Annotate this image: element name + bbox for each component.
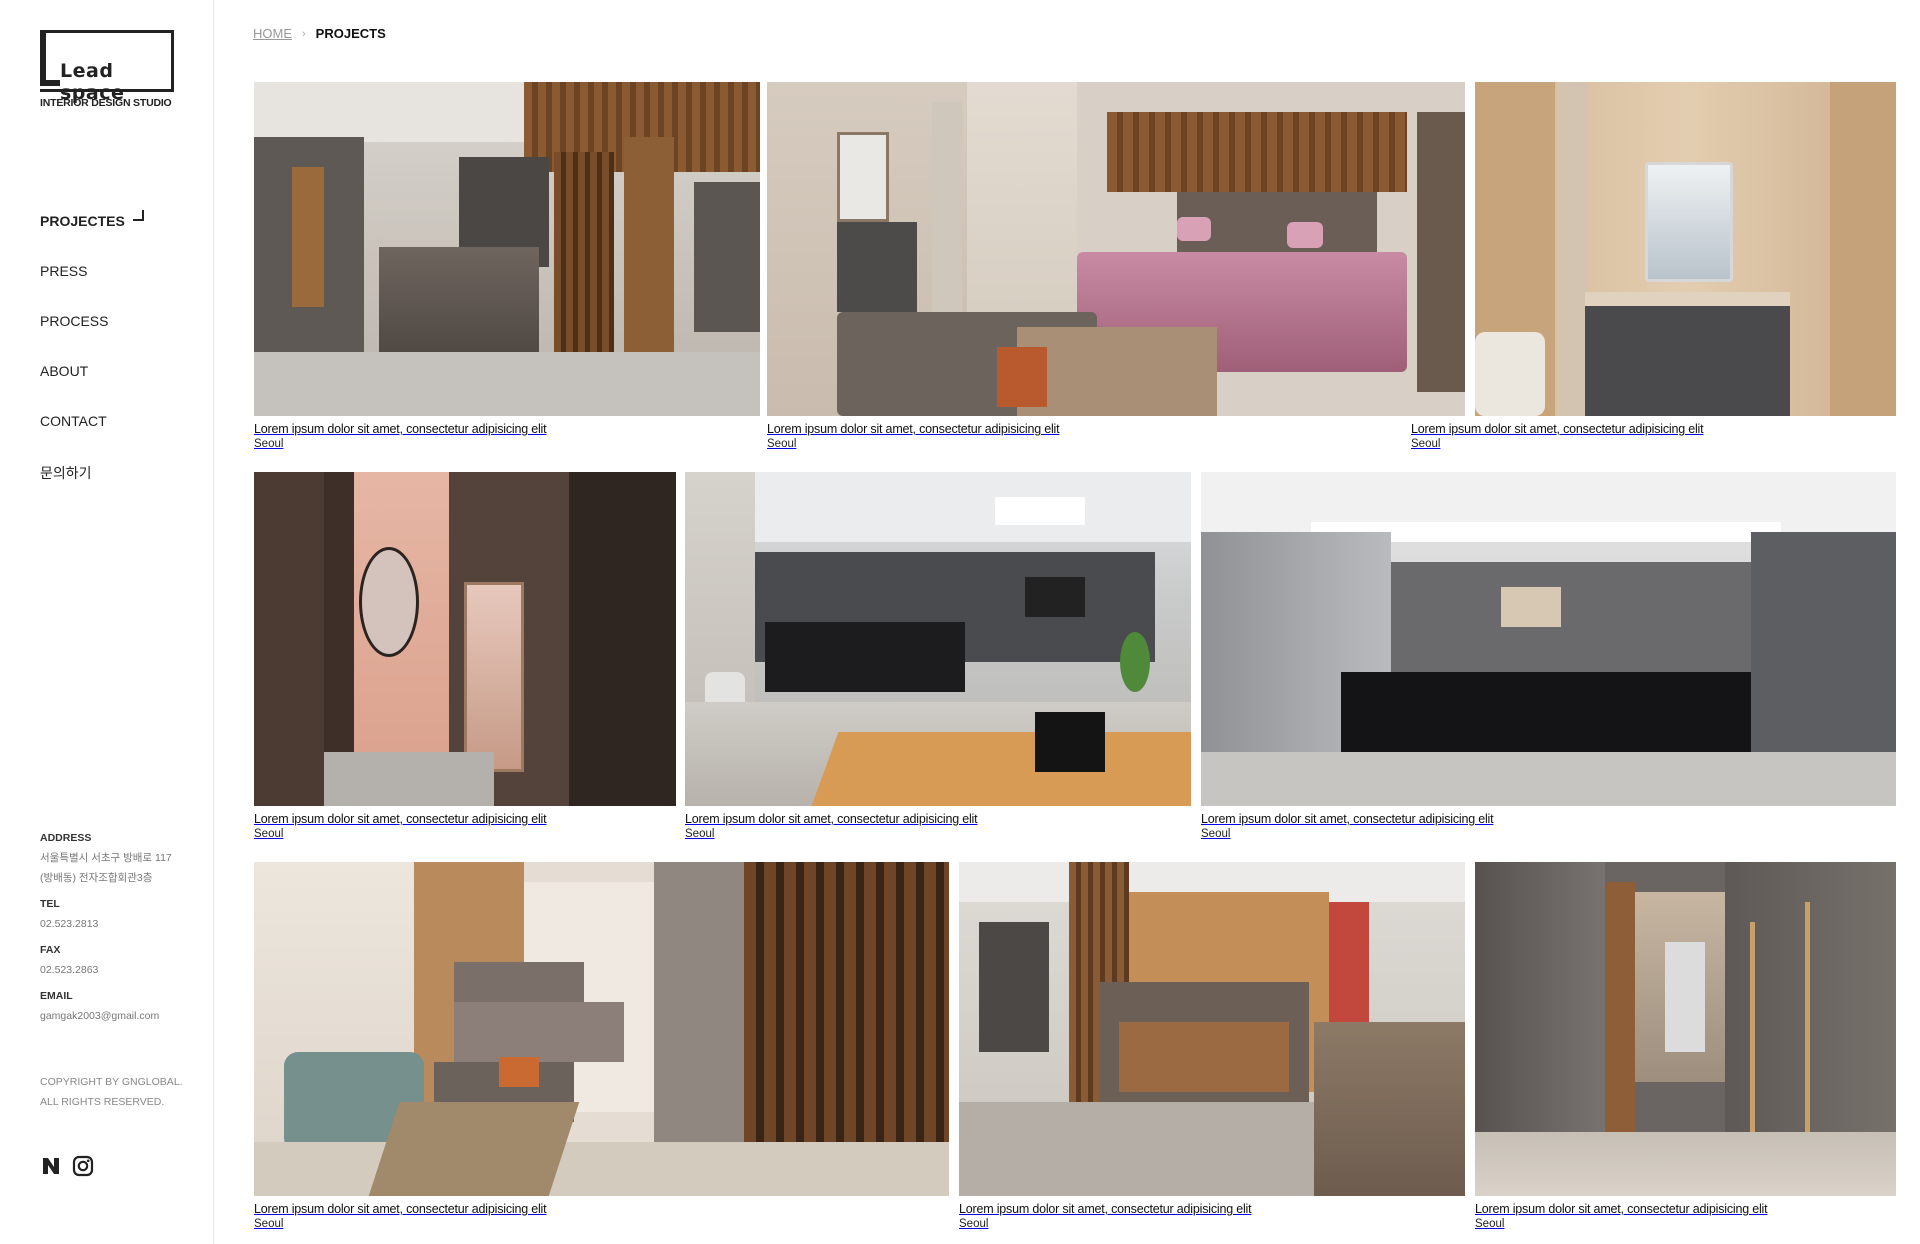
nav-link-contact[interactable]: CONTACT	[40, 413, 107, 429]
project-photo	[767, 82, 1465, 416]
project-location: Seoul	[959, 1218, 989, 1230]
project-title: Lorem ipsum dolor sit amet, consectetur …	[1475, 1202, 1768, 1216]
breadcrumb-current: PROJECTS	[315, 26, 386, 41]
project-location: Seoul	[767, 438, 797, 450]
logo-mark: Lead space	[40, 30, 174, 104]
tel-label: TEL	[40, 898, 60, 910]
address-line-2: (방배동) 전자조합회관3층	[40, 872, 153, 884]
project-title: Lorem ipsum dolor sit amet, consectetur …	[1411, 422, 1704, 436]
nav-link-projects[interactable]: PROJECTES	[40, 213, 125, 229]
project-card[interactable]: Lorem ipsum dolor sit amet, consectetur …	[254, 82, 760, 450]
project-location: Seoul	[254, 828, 284, 840]
project-photo	[254, 82, 760, 416]
project-title: Lorem ipsum dolor sit amet, consectetur …	[254, 422, 547, 436]
project-card[interactable]: Lorem ipsum dolor sit amet, consectetur …	[1411, 82, 1896, 450]
project-row: Lorem ipsum dolor sit amet, consectetur …	[254, 82, 1896, 472]
corner-arrow-icon	[132, 210, 144, 221]
breadcrumb-home[interactable]: HOME	[253, 26, 292, 41]
nav-item-contact[interactable]: CONTACT	[40, 413, 144, 463]
copyright-line-2: ALL RIGHTS RESERVED.	[40, 1096, 165, 1108]
email-value[interactable]: gamgak2003@gmail.com	[40, 1006, 172, 1026]
project-grid: Lorem ipsum dolor sit amet, consectetur …	[254, 82, 1896, 1244]
email-label: EMAIL	[40, 990, 73, 1002]
naver-blog-icon[interactable]	[40, 1155, 62, 1177]
project-photo	[254, 472, 676, 806]
address-line-1: 서울특별시 서초구 방배로 117	[40, 852, 172, 864]
project-card[interactable]: Lorem ipsum dolor sit amet, consectetur …	[1201, 472, 1896, 840]
project-location: Seoul	[1411, 438, 1441, 450]
project-photo	[254, 862, 949, 1196]
sidebar: Lead space INTERIOR DESIGN STUDIO PROJEC…	[0, 0, 214, 1244]
nav-item-inquiry[interactable]: 문의하기	[40, 463, 144, 513]
project-location: Seoul	[254, 438, 284, 450]
nav-item-about[interactable]: ABOUT	[40, 363, 144, 413]
nav-link-process[interactable]: PROCESS	[40, 313, 108, 329]
project-location: Seoul	[1201, 828, 1231, 840]
fax-label: FAX	[40, 944, 61, 956]
nav-item-press[interactable]: PRESS	[40, 263, 144, 313]
nav-item-process[interactable]: PROCESS	[40, 313, 144, 363]
project-photo	[1475, 82, 1896, 416]
project-title: Lorem ipsum dolor sit amet, consectetur …	[959, 1202, 1252, 1216]
project-location: Seoul	[685, 828, 715, 840]
project-card[interactable]: Lorem ipsum dolor sit amet, consectetur …	[685, 472, 1191, 840]
project-location: Seoul	[254, 1218, 284, 1230]
main-nav: PROJECTES PRESS PROCESS ABOUT CONTACT 문의…	[40, 210, 144, 513]
address-label: ADDRESS	[40, 832, 92, 844]
project-card[interactable]: Lorem ipsum dolor sit amet, consectetur …	[254, 862, 949, 1230]
project-row: Lorem ipsum dolor sit amet, consectetur …	[254, 862, 1896, 1244]
project-photo	[959, 862, 1465, 1196]
project-title: Lorem ipsum dolor sit amet, consectetur …	[254, 1202, 547, 1216]
copyright-line-1: COPYRIGHT BY GNGLOBAL.	[40, 1076, 183, 1088]
fax-value: 02.523.2863	[40, 964, 99, 976]
contact-info: ADDRESS 서울특별시 서초구 방배로 117 (방배동) 전자조합회관3층…	[40, 832, 172, 1036]
nav-link-about[interactable]: ABOUT	[40, 363, 88, 379]
project-photo	[1475, 862, 1896, 1196]
copyright: COPYRIGHT BY GNGLOBAL. ALL RIGHTS RESERV…	[40, 1072, 183, 1112]
instagram-icon[interactable]	[72, 1155, 94, 1177]
project-title: Lorem ipsum dolor sit amet, consectetur …	[1201, 812, 1494, 826]
project-photo	[685, 472, 1191, 806]
project-location: Seoul	[1475, 1218, 1505, 1230]
brand-logo[interactable]: Lead space INTERIOR DESIGN STUDIO	[40, 30, 175, 109]
nav-link-press[interactable]: PRESS	[40, 263, 87, 279]
project-card[interactable]: Lorem ipsum dolor sit amet, consectetur …	[254, 472, 676, 840]
project-card[interactable]: Lorem ipsum dolor sit amet, consectetur …	[959, 862, 1465, 1230]
breadcrumb-separator-icon: ›	[302, 27, 306, 40]
breadcrumb: HOME › PROJECTS	[253, 26, 386, 41]
nav-link-inquiry[interactable]: 문의하기	[40, 463, 92, 483]
tel-value[interactable]: 02.523.2813	[40, 914, 172, 934]
project-card[interactable]: Lorem ipsum dolor sit amet, consectetur …	[1475, 862, 1896, 1230]
project-card[interactable]: Lorem ipsum dolor sit amet, consectetur …	[767, 82, 1465, 450]
logo-text: Lead space	[60, 60, 125, 104]
project-row: Lorem ipsum dolor sit amet, consectetur …	[254, 472, 1896, 862]
social-links	[40, 1155, 94, 1177]
project-title: Lorem ipsum dolor sit amet, consectetur …	[254, 812, 547, 826]
nav-item-projects[interactable]: PROJECTES	[40, 210, 144, 263]
project-photo	[1201, 472, 1896, 806]
project-title: Lorem ipsum dolor sit amet, consectetur …	[767, 422, 1060, 436]
project-title: Lorem ipsum dolor sit amet, consectetur …	[685, 812, 978, 826]
